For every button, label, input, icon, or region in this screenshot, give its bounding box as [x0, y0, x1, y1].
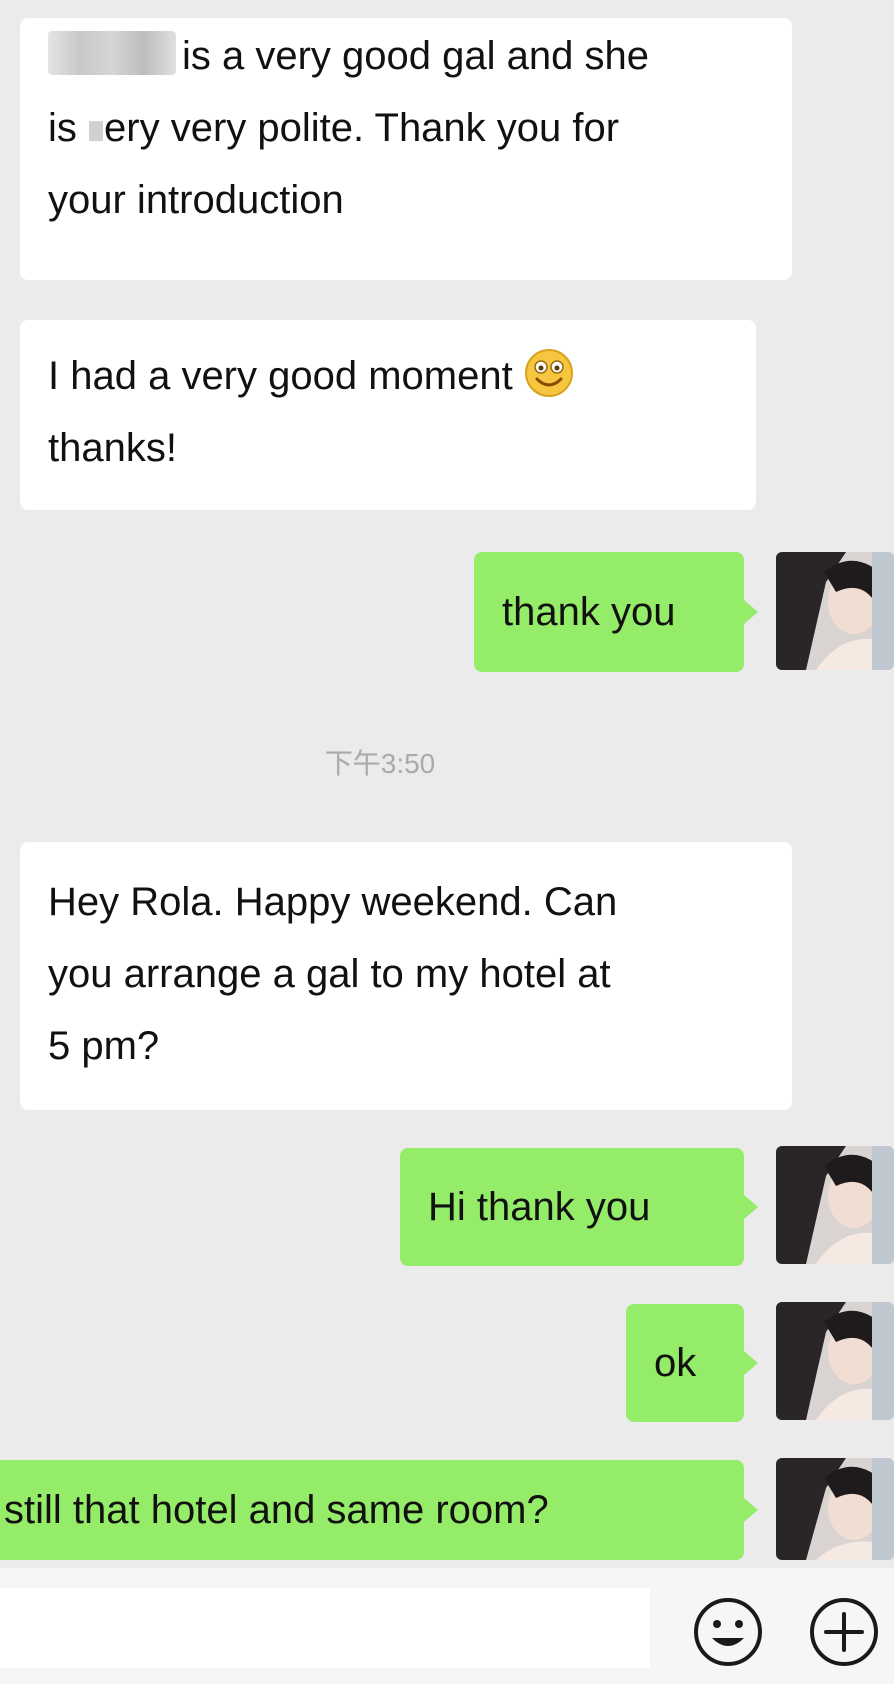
user-avatar-icon: [776, 1302, 894, 1420]
message-line: is ery very polite. Thank you for: [48, 106, 620, 150]
message-line: you arrange a gal to my hotel at: [48, 952, 611, 996]
avatar[interactable]: [776, 1146, 894, 1264]
redacted-name: [48, 31, 176, 75]
message-line: is a very good gal and she: [48, 20, 764, 92]
outgoing-message-bubble[interactable]: still that hotel and same room?: [0, 1460, 758, 1560]
outgoing-message-bubble[interactable]: Hi thank you: [400, 1148, 758, 1266]
avatar[interactable]: [776, 1458, 894, 1560]
chat-input-bar: [0, 1568, 894, 1684]
redacted-letter: [89, 121, 104, 141]
timestamp: 下午3:50: [324, 748, 436, 779]
incoming-message-bubble[interactable]: is a very good gal and she is ery very p…: [20, 18, 792, 280]
outgoing-message-bubble[interactable]: ok: [626, 1304, 758, 1422]
outgoing-message-bubble[interactable]: thank you: [474, 552, 758, 672]
user-avatar-icon: [776, 1458, 894, 1560]
message-line: I had a very good moment: [48, 340, 728, 412]
message-line: Hey Rola. Happy weekend. Can: [48, 880, 618, 924]
message-input[interactable]: [0, 1588, 650, 1668]
message-text: Hi thank you: [428, 1185, 651, 1229]
message-text: thank you: [502, 590, 676, 634]
user-avatar-icon: [776, 1146, 894, 1264]
message-text: still that hotel and same room?: [4, 1488, 549, 1532]
smiling-face-emoji-icon: [524, 349, 573, 397]
smiley-icon[interactable]: [692, 1596, 764, 1668]
avatar[interactable]: [776, 552, 894, 670]
plus-icon[interactable]: [808, 1596, 880, 1668]
incoming-message-bubble[interactable]: Hey Rola. Happy weekend. Can you arrange…: [20, 842, 792, 1110]
user-avatar-icon: [776, 552, 894, 670]
message-text: ok: [654, 1341, 697, 1385]
incoming-message-bubble[interactable]: I had a very good moment thanks!: [20, 320, 756, 510]
message-line: your introduction: [48, 178, 344, 222]
message-line: thanks!: [48, 426, 177, 470]
avatar[interactable]: [776, 1302, 894, 1420]
message-line: 5 pm?: [48, 1024, 160, 1068]
